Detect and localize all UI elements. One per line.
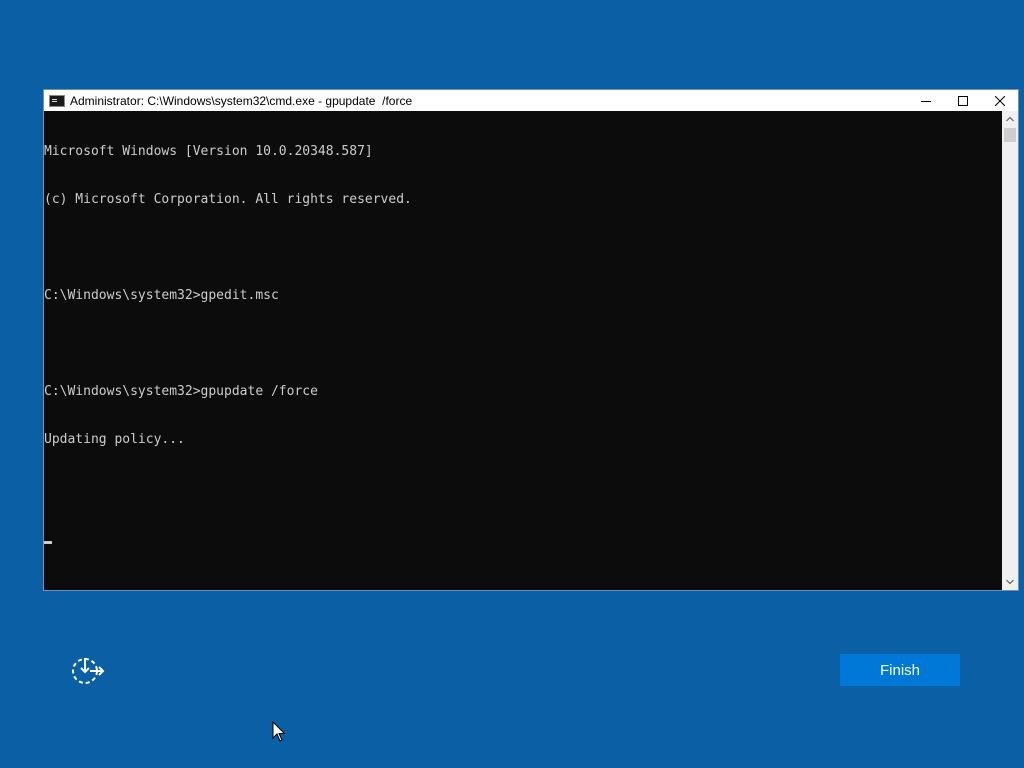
console-icon xyxy=(49,94,65,107)
console-line: C:\Windows\system32>gpedit.msc xyxy=(44,288,279,303)
console-output[interactable]: Microsoft Windows [Version 10.0.20348.58… xyxy=(44,111,1003,590)
title-bar[interactable]: Administrator: C:\Windows\system32\cmd.e… xyxy=(44,90,1018,111)
console-text: Microsoft Windows [Version 10.0.20348.58… xyxy=(44,111,1003,576)
command-prompt-window[interactable]: Administrator: C:\Windows\system32\cmd.e… xyxy=(43,89,1019,591)
minimize-icon xyxy=(920,100,931,102)
ease-of-access-icon xyxy=(72,658,105,684)
scroll-up-button[interactable] xyxy=(1002,111,1018,127)
window-title: Administrator: C:\Windows\system32\cmd.e… xyxy=(70,93,413,108)
window-controls xyxy=(907,90,1018,111)
console-line: (c) Microsoft Corporation. All rights re… xyxy=(44,192,412,207)
chevron-up-icon xyxy=(1006,116,1014,122)
vertical-scrollbar[interactable] xyxy=(1002,111,1018,590)
chevron-down-icon xyxy=(1006,579,1014,585)
scroll-thumb[interactable] xyxy=(1004,128,1016,142)
console-cursor-line xyxy=(44,528,1003,544)
console-line: Microsoft Windows [Version 10.0.20348.58… xyxy=(44,144,373,159)
close-button[interactable] xyxy=(981,90,1018,111)
close-icon xyxy=(994,95,1005,106)
text-cursor xyxy=(44,541,52,544)
minimize-button[interactable] xyxy=(907,90,944,111)
mouse-pointer xyxy=(272,720,286,743)
scroll-down-button[interactable] xyxy=(1002,574,1018,590)
finish-button[interactable]: Finish xyxy=(840,654,960,686)
maximize-icon xyxy=(957,95,968,106)
console-line: Updating policy... xyxy=(44,432,185,447)
pointer-icon xyxy=(272,720,286,742)
ease-of-access-button[interactable] xyxy=(68,654,108,688)
console-line: C:\Windows\system32>gpupdate /force xyxy=(44,384,318,399)
maximize-button[interactable] xyxy=(944,90,981,111)
